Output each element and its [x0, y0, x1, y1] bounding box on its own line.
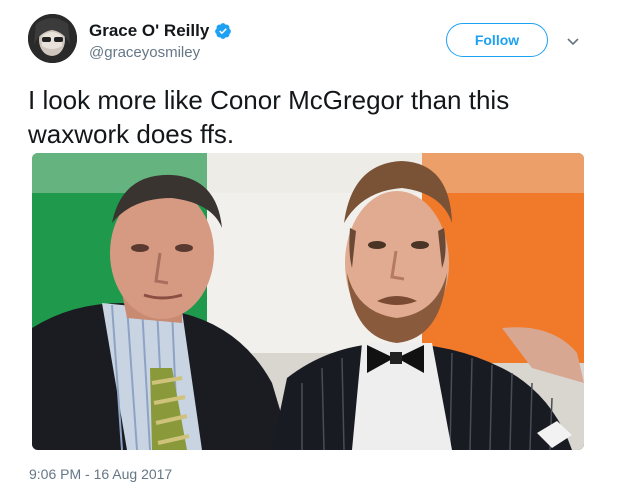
avatar[interactable] — [28, 14, 77, 63]
user-handle[interactable]: @graceyosmiley — [89, 44, 200, 61]
follow-button[interactable]: Follow — [446, 23, 548, 57]
chevron-down-icon[interactable] — [566, 34, 580, 46]
tweet-card: Grace O' Reilly @graceyosmiley Follow I … — [0, 0, 618, 495]
tweet-text: I look more like Conor McGregor than thi… — [28, 85, 510, 149]
display-name[interactable]: Grace O' Reilly — [89, 21, 209, 41]
tweet-timestamp[interactable]: 9:06 PM - 16 Aug 2017 — [29, 466, 172, 482]
tweet-photo[interactable] — [32, 153, 584, 450]
user-name-row: Grace O' Reilly — [89, 21, 232, 41]
verified-badge-icon — [214, 22, 232, 40]
